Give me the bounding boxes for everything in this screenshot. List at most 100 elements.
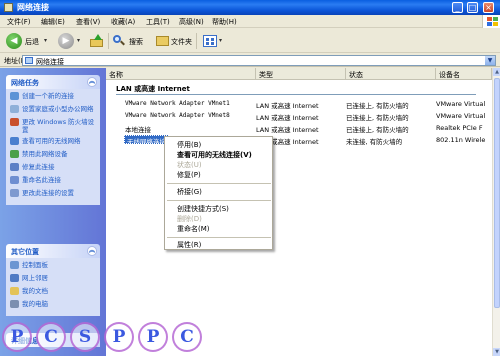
- column-header-status[interactable]: 状态: [346, 68, 436, 80]
- network-tasks-title: 网络任务: [11, 79, 39, 87]
- task-rename-connection[interactable]: 重命名此连接: [10, 176, 97, 186]
- menu-file[interactable]: 文件(F): [7, 17, 31, 27]
- scroll-down-icon[interactable]: ▼: [493, 348, 500, 356]
- watermark-letter: C: [36, 322, 66, 352]
- folders-icon[interactable]: [156, 36, 169, 46]
- place-label: 我的文档: [22, 287, 48, 295]
- network-tasks-header[interactable]: 网络任务 ︽: [6, 75, 100, 89]
- search-icon[interactable]: [113, 35, 125, 46]
- task-firewall-settings[interactable]: 更改 Windows 防火墙设置: [10, 118, 97, 134]
- watermark-logo: P C S P P C: [0, 322, 220, 356]
- repair-icon: [10, 163, 19, 171]
- place-my-documents[interactable]: 我的文档: [10, 287, 97, 297]
- scroll-up-icon[interactable]: ▲: [493, 68, 500, 76]
- menu-tools[interactable]: 工具(T): [146, 17, 170, 27]
- menu-item-disable[interactable]: 停用(B): [177, 140, 201, 150]
- connection-status: 已连接上, 有防火墙的: [346, 126, 409, 134]
- task-label: 重命名此连接: [22, 176, 61, 184]
- rename-icon: [10, 176, 19, 184]
- up-folder-icon[interactable]: [90, 34, 103, 47]
- windows-logo-icon: [482, 15, 500, 28]
- task-label: 查看可用的无线网络: [22, 137, 81, 145]
- menu-help[interactable]: 帮助(H): [212, 17, 237, 27]
- vertical-scrollbar[interactable]: ▲ ▼: [492, 68, 500, 356]
- watermark-letter: C: [172, 322, 202, 352]
- task-setup-home-network[interactable]: 设置家庭或小型办公网络: [10, 105, 97, 115]
- connection-row[interactable]: VMware Network Adapter VMnet1 LAN 或高速 In…: [106, 99, 492, 110]
- menu-bar: 文件(F) 编辑(E) 查看(V) 收藏(A) 工具(T) 高级(N) 帮助(H…: [0, 15, 500, 28]
- network-tasks-panel: 网络任务 ︽ 创建一个新的连接 设置家庭或小型办公网络 更改 Windows 防…: [6, 75, 100, 205]
- connection-type: LAN 或高速 Internet: [256, 126, 319, 134]
- forward-arrow-icon[interactable]: ▶: [58, 33, 74, 49]
- scroll-thumb[interactable]: [494, 78, 500, 308]
- task-view-wireless[interactable]: 查看可用的无线网络: [10, 137, 97, 147]
- menu-edit[interactable]: 编辑(E): [41, 17, 65, 27]
- place-control-panel[interactable]: 控制面板: [10, 261, 97, 271]
- task-repair-connection[interactable]: 修复此连接: [10, 163, 97, 173]
- views-icon[interactable]: [203, 35, 217, 47]
- network-folder-icon: [4, 3, 13, 12]
- network-tasks-list: 创建一个新的连接 设置家庭或小型办公网络 更改 Windows 防火墙设置 查看…: [6, 89, 100, 205]
- column-header-name[interactable]: 名称: [106, 68, 256, 80]
- connection-device: 802.11n Wirele: [436, 136, 486, 144]
- menu-item-view-wireless[interactable]: 查看可用的无线连接(V): [177, 150, 252, 160]
- address-input[interactable]: 网络连接 ▼: [22, 55, 496, 66]
- task-change-settings[interactable]: 更改此连接的设置: [10, 189, 97, 199]
- connection-status: 已连接上, 有防火墙的: [346, 102, 409, 110]
- menu-item-repair[interactable]: 修复(P): [177, 170, 201, 180]
- collapse-chevron-icon[interactable]: ︽: [87, 246, 97, 256]
- menu-item-bridge[interactable]: 桥接(G): [177, 187, 202, 197]
- menu-advanced[interactable]: 高级(N): [179, 17, 204, 27]
- task-label: 修复此连接: [22, 163, 55, 171]
- minimize-button[interactable]: _: [452, 2, 463, 13]
- menu-favorites[interactable]: 收藏(A): [111, 17, 135, 27]
- connection-status: 未连接, 有防火墙的: [346, 138, 403, 146]
- task-label: 更改此连接的设置: [22, 189, 74, 197]
- watermark-letter: P: [104, 322, 134, 352]
- network-places-icon: [10, 274, 19, 282]
- menu-separator: [167, 183, 271, 184]
- menu-view[interactable]: 查看(V): [76, 17, 100, 27]
- back-dropdown-icon[interactable]: ▾: [44, 37, 47, 44]
- my-documents-icon: [10, 287, 19, 295]
- maximize-button[interactable]: □: [467, 2, 478, 13]
- address-dropdown-icon[interactable]: ▼: [485, 56, 495, 65]
- views-dropdown-icon[interactable]: ▾: [219, 37, 222, 44]
- watermark-letter: S: [70, 322, 100, 352]
- connection-name: VMware Network Adapter VMnet1: [125, 100, 230, 107]
- group-title: LAN 或高速 Internet: [116, 85, 190, 93]
- close-button[interactable]: ×: [483, 2, 494, 13]
- search-button[interactable]: 搜索: [129, 37, 143, 47]
- control-panel-icon: [10, 261, 19, 269]
- column-header-type[interactable]: 类型: [256, 68, 346, 80]
- place-my-computer[interactable]: 我的电脑: [10, 300, 97, 310]
- task-label: 更改 Windows 防火墙设置: [22, 118, 95, 134]
- other-places-header[interactable]: 其它位置 ︽: [6, 244, 100, 258]
- task-label: 设置家庭或小型办公网络: [22, 105, 94, 113]
- back-label[interactable]: 后退: [25, 37, 39, 47]
- forward-dropdown-icon[interactable]: ▾: [77, 37, 80, 44]
- menu-item-properties[interactable]: 属性(R): [177, 240, 201, 250]
- menu-separator: [167, 237, 271, 238]
- menu-item-delete[interactable]: 删除(D): [177, 214, 202, 224]
- menu-item-create-shortcut[interactable]: 创建快捷方式(S): [177, 204, 229, 214]
- menu-item-rename[interactable]: 重命名(M): [177, 224, 210, 234]
- menu-item-status[interactable]: 状态(U): [177, 160, 202, 170]
- home-network-icon: [10, 105, 19, 113]
- folders-button[interactable]: 文件夹: [171, 37, 192, 47]
- network-connections-icon: [25, 57, 33, 64]
- place-network-places[interactable]: 网上邻居: [10, 274, 97, 284]
- back-arrow-icon[interactable]: ◀: [6, 33, 22, 49]
- task-pane: 网络任务 ︽ 创建一个新的连接 设置家庭或小型办公网络 更改 Windows 防…: [0, 68, 106, 356]
- connection-device: VMware Virtual: [436, 112, 486, 120]
- collapse-chevron-icon[interactable]: ︽: [87, 77, 97, 87]
- settings-icon: [10, 189, 19, 197]
- place-label: 控制面板: [22, 261, 48, 269]
- connection-name: VMware Network Adapter VMnet8: [125, 112, 230, 119]
- column-header-device[interactable]: 设备名: [436, 68, 492, 80]
- connection-row[interactable]: VMware Network Adapter VMnet8 LAN 或高速 In…: [106, 111, 492, 122]
- task-create-connection[interactable]: 创建一个新的连接: [10, 92, 97, 102]
- task-disable-device[interactable]: 禁用此网络设备: [10, 150, 97, 160]
- connection-row[interactable]: 本地连接 LAN 或高速 Internet 已连接上, 有防火墙的 Realte…: [106, 123, 492, 134]
- context-menu: 停用(B) 查看可用的无线连接(V) 状态(U) 修复(P) 桥接(G) 创建快…: [164, 136, 273, 250]
